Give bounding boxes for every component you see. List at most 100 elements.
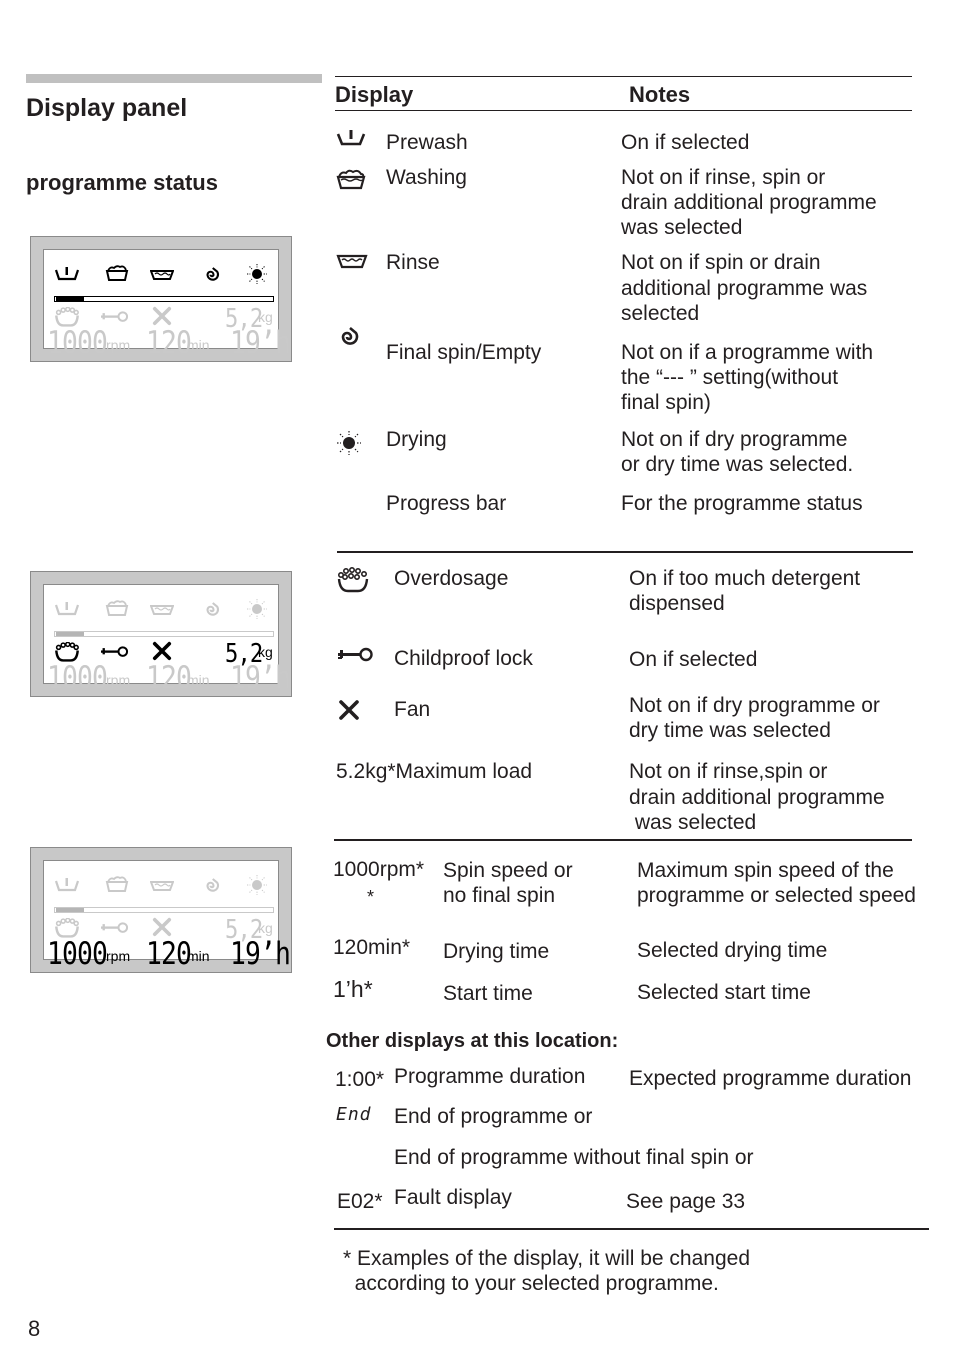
row-label-drying-time: Drying time (443, 940, 550, 963)
washing-icon (336, 169, 366, 190)
lcd-panel-options: 5,2 kg 1000 rpm 120 min 19’h (30, 571, 292, 697)
value-start-time: 1’h* (333, 976, 373, 1002)
row-notes-final-spin-1: Not on if a programme with (621, 341, 874, 364)
footnote-rule (334, 1228, 929, 1230)
row-label-start-time: Start time (443, 982, 533, 1005)
lcd-fan-icon (152, 306, 172, 326)
row-label-drying: Drying (386, 428, 447, 451)
lcd-overdosage-icon (55, 307, 79, 327)
lcd-min-digits: 120 (146, 936, 192, 972)
lcd-washing-icon (105, 600, 129, 616)
lcd-fan-icon (152, 641, 172, 661)
row-notes-spin-speed-2: programme or selected speed (637, 884, 916, 907)
lcd-childproof-lock-icon (101, 922, 129, 933)
row-label-fan: Fan (394, 698, 431, 721)
lcd-prewash-icon (54, 602, 80, 616)
row-notes-max-load-3: was selected (629, 811, 757, 834)
lcd-start-digits: 19’h (230, 936, 291, 972)
row-notes-max-load-1: Not on if rinse,spin or (629, 760, 828, 783)
section-divider (26, 74, 322, 83)
row-notes-overdosage-1: On if too much detergent (629, 567, 861, 590)
row-notes-drying-1: Not on if dry programme (621, 428, 848, 451)
lcd-overdosage-icon (55, 642, 79, 662)
row-notes-fault-display: See page 33 (626, 1190, 746, 1213)
row-notes-childproof-lock: On if selected (629, 648, 758, 671)
page-title: Display panel (26, 94, 188, 122)
lcd-panel-programme-status: 5,2 kg 1000 rpm 120 min 19’h (30, 236, 292, 362)
lcd-rpm-unit: rpm (106, 337, 131, 353)
lcd-fan-icon (152, 917, 172, 937)
row-notes-drying-time: Selected drying time (637, 939, 828, 962)
row-notes-spin-speed-1: Maximum spin speed of the (637, 859, 894, 882)
row-notes-progress-bar: For the programme status (621, 492, 863, 515)
prewash-icon (336, 130, 366, 146)
lcd-washing-icon (105, 876, 129, 892)
row-notes-max-load-2: drain additional programme (629, 786, 885, 809)
spin-icon (341, 327, 359, 345)
page-number: 8 (28, 1316, 41, 1341)
childproof-lock-icon (338, 647, 373, 662)
lcd-spin-icon (206, 267, 219, 281)
row-notes-washing-3: was selected (621, 216, 743, 239)
lcd-progress-bar (54, 631, 274, 637)
lcd-overdosage-icon (55, 918, 79, 938)
row-label-rinse: Rinse (386, 251, 440, 274)
header-notes: Notes (629, 82, 691, 107)
row-prefix-max-load: 5.2kg*Maximum load (336, 759, 532, 785)
row-notes-programme-duration: Expected programme duration (629, 1067, 912, 1090)
row-label-final-spin: Final spin/Empty (386, 341, 542, 364)
row-label-end-of-programme: End of programme or (394, 1105, 593, 1128)
row-label-end-without-spin: End of programme without final spin or (394, 1146, 754, 1169)
lcd-rinse-icon (150, 270, 174, 280)
lcd-drying-icon (247, 599, 267, 619)
row-notes-start-time: Selected start time (637, 981, 811, 1004)
lcd-min-unit: min (187, 337, 210, 353)
lcd-min-digits: 120 (146, 325, 192, 361)
lcd-panel-values: 5,2 kg 1000 rpm 120 min 19’h (30, 847, 292, 973)
lcd-load-unit: kg (258, 644, 273, 660)
section-rule-1 (337, 551, 913, 553)
lcd-drying-icon (247, 875, 267, 895)
row-notes-washing-1: Not on if rinse, spin or (621, 166, 826, 189)
row-label-programme-duration: Programme duration (394, 1065, 586, 1088)
lcd-progress-fill (56, 908, 84, 912)
row-label-washing: Washing (386, 166, 467, 189)
footnote-line-2: according to your selected programme. (343, 1272, 719, 1295)
lcd-washing-icon (105, 265, 129, 281)
row-label-max-load: Maximum load (395, 760, 533, 783)
lcd-progress-bar (54, 907, 274, 913)
row-notes-drying-2: or dry time was selected. (621, 453, 854, 476)
lcd-start-digits: 19’h (230, 325, 291, 361)
value-drying-time: 120min* (333, 936, 411, 959)
lcd-screen: 5,2 kg 1000 rpm 120 min 19’h (43, 249, 291, 359)
lcd-prewash-icon (54, 267, 80, 281)
header-rule (335, 110, 912, 111)
value-spin-speed-asterisk: * (367, 887, 375, 907)
row-notes-final-spin-3: final spin) (621, 391, 711, 414)
lcd-spin-icon (206, 602, 219, 616)
value-fault: E02* (337, 1190, 383, 1213)
row-notes-fan-1: Not on if dry programme or (629, 694, 880, 717)
lcd-childproof-lock-icon (101, 646, 129, 657)
row-label-childproof-lock: Childproof lock (394, 647, 533, 670)
lcd-childproof-lock-icon (101, 311, 129, 322)
table-top-rule (335, 76, 912, 77)
value-spin-speed: 1000rpm* (333, 858, 425, 881)
row-notes-fan-2: dry time was selected (629, 719, 831, 742)
header-display: Display (335, 82, 414, 107)
lcd-min-digits: 120 (146, 660, 192, 696)
lcd-drying-icon (247, 264, 267, 284)
row-label-fault-display: Fault display (394, 1186, 512, 1209)
lcd-screen: 5,2 kg 1000 rpm 120 min 19’h (43, 584, 291, 694)
footnote-line-1: * Examples of the display, it will be ch… (343, 1247, 750, 1270)
lcd-rpm-digits: 1000 (47, 936, 108, 972)
row-notes-overdosage-2: dispensed (629, 592, 725, 615)
lcd-min-unit: min (187, 948, 210, 964)
end-display-glyph: End (336, 1104, 372, 1125)
row-notes-rinse-1: Not on if spin or drain (621, 251, 821, 274)
lcd-min-unit: min (187, 672, 210, 688)
lcd-rinse-icon (150, 881, 174, 891)
row-notes-rinse-2: additional programme was (621, 277, 868, 300)
lcd-screen: 5,2 kg 1000 rpm 120 min 19’h (43, 860, 291, 970)
row-label-spin-speed-1: Spin speed or (443, 859, 573, 882)
